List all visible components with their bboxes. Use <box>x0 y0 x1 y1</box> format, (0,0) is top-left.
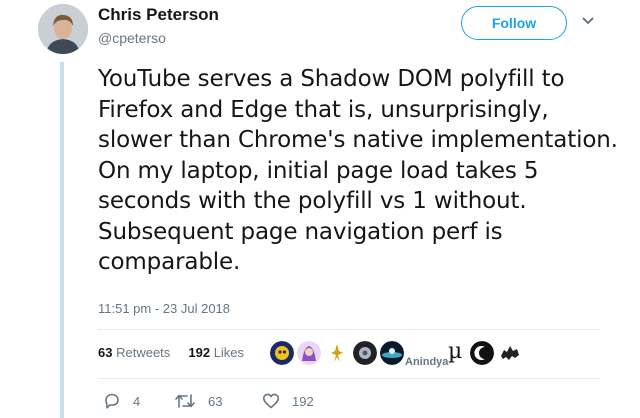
liker-avatar[interactable] <box>470 341 494 365</box>
retweet-icon <box>175 394 195 408</box>
tweet-timestamp[interactable]: 11:51 pm - 23 Jul 2018 <box>98 301 230 316</box>
divider-top <box>98 329 600 330</box>
liker-avatar[interactable] <box>353 341 377 365</box>
thread-line <box>60 62 64 418</box>
retweet-action[interactable]: 63 <box>174 392 222 410</box>
likes-label: Likes <box>213 345 245 360</box>
user-name[interactable]: Chris Peterson <box>98 5 219 25</box>
user-photo <box>38 4 88 54</box>
liker-mu[interactable]: µ <box>448 339 462 364</box>
heart-icon <box>263 393 279 409</box>
likes-stat[interactable]: 192 Likes <box>188 345 244 360</box>
liker-avatar[interactable] <box>297 341 321 365</box>
retweets-label: Retweets <box>116 345 171 360</box>
reply-action[interactable]: 4 <box>103 392 140 410</box>
divider-bottom <box>98 378 600 379</box>
liker-avatar[interactable] <box>270 341 294 365</box>
retweet-count: 63 <box>208 393 223 409</box>
liker-avatar[interactable] <box>498 341 522 365</box>
like-action[interactable]: 192 <box>262 392 314 410</box>
likers-list: Anindya µ <box>270 339 530 371</box>
reply-icon <box>105 393 119 409</box>
user-handle[interactable]: @cpeterso <box>98 30 166 46</box>
like-count: 192 <box>292 393 314 409</box>
tweet-text: YouTube serves a Shadow DOM polyfill to … <box>98 66 618 275</box>
liker-avatar[interactable] <box>325 341 349 365</box>
reply-count: 4 <box>133 393 141 409</box>
follow-button[interactable]: Follow <box>461 6 567 40</box>
tweet-stats: 63 Retweets 192 Likes <box>98 345 244 360</box>
likes-count: 192 <box>188 345 211 360</box>
retweets-stat[interactable]: 63 Retweets <box>98 345 170 360</box>
liker-alt-text[interactable]: Anindya <box>405 356 448 368</box>
chevron-down-icon[interactable] <box>581 16 595 26</box>
avatar[interactable] <box>38 4 88 54</box>
liker-avatar[interactable] <box>380 341 404 365</box>
retweets-count: 63 <box>98 345 113 360</box>
